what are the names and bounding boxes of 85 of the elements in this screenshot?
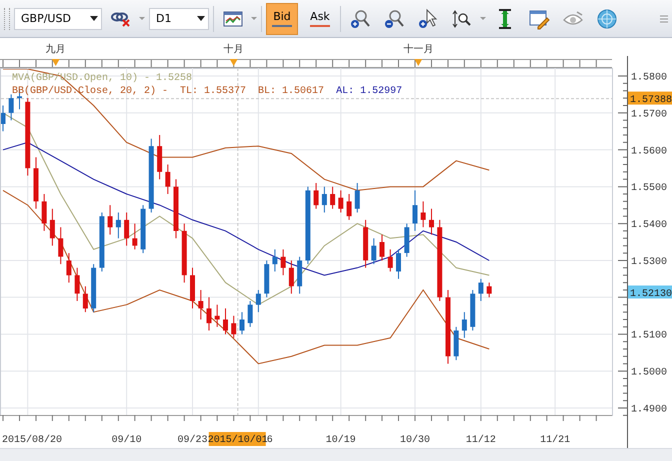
candlestick	[74, 267, 80, 302]
candlestick	[34, 156, 38, 210]
price-tick-label: 1.5600	[631, 146, 668, 158]
caret-icon	[90, 16, 98, 21]
month-label: 九月	[46, 44, 66, 55]
candlestick	[462, 312, 467, 338]
candlestick	[132, 223, 138, 250]
candlestick	[99, 212, 104, 272]
candlestick	[165, 164, 170, 194]
candlestick	[272, 248, 278, 272]
price-tick-label: 1.5000	[631, 368, 668, 379]
candlestick	[124, 212, 130, 246]
price-type-button[interactable]: Bid	[266, 2, 298, 34]
candlestick	[388, 248, 393, 272]
price-type-button[interactable]: Ask	[304, 2, 336, 34]
candlestick	[116, 212, 121, 239]
candlestick	[363, 219, 368, 268]
candlestick	[404, 223, 410, 258]
candlestick	[454, 326, 459, 361]
price-tick-label: 1.5400	[631, 220, 668, 232]
candlestick	[248, 300, 253, 328]
candlestick	[322, 186, 327, 213]
date-tick-label: 10/30	[400, 435, 430, 446]
candlestick	[157, 134, 162, 180]
candlestick	[256, 290, 261, 313]
candlestick	[371, 238, 376, 265]
candlestick	[58, 226, 64, 265]
candlestick	[214, 304, 220, 328]
candlestick	[182, 223, 187, 284]
candlestick	[223, 308, 228, 335]
month-marker-icon	[230, 59, 238, 66]
candlestick	[190, 267, 195, 309]
month-marker-icon	[52, 59, 60, 66]
candlestick	[174, 178, 178, 239]
symbol-dropdown[interactable]: GBP/USD	[14, 8, 102, 30]
candlestick	[470, 290, 476, 331]
price-tick-label: 1.5300	[631, 257, 668, 268]
candlestick	[486, 282, 492, 298]
candlestick	[396, 248, 401, 280]
candlestick	[380, 234, 384, 261]
date-tick-label: 09/10	[112, 435, 142, 446]
candlestick	[297, 256, 302, 294]
candlestick	[206, 296, 212, 331]
candlestick	[314, 182, 319, 210]
candlestick	[42, 194, 47, 232]
candlestick	[82, 286, 88, 313]
candlestick	[412, 190, 418, 232]
price-tick-label: 1.4900	[631, 404, 668, 416]
price-tick-label: 1.5100	[631, 330, 668, 342]
candlestick	[280, 248, 286, 276]
candlestick	[1, 105, 6, 132]
candlestick	[330, 186, 336, 210]
caret-icon	[197, 16, 205, 21]
price-tag: 1.57388	[628, 92, 672, 106]
candlestick	[420, 200, 426, 228]
candlestick	[198, 290, 204, 320]
price-tag: 1.52130	[628, 286, 672, 300]
date-tick-label: 11/12	[466, 435, 496, 446]
month-marker-icon	[414, 59, 422, 66]
month-label: 十月	[224, 44, 244, 55]
candlestick	[66, 252, 72, 284]
candlestick	[8, 94, 14, 121]
candlestick	[478, 278, 484, 302]
candlestick	[288, 260, 294, 294]
date-tick-label: 6	[266, 435, 273, 446]
candlestick	[91, 264, 96, 313]
timeframe-dropdown[interactable]: D1	[149, 8, 209, 30]
date-tick-label: 11/21	[540, 435, 570, 446]
candlestick	[240, 312, 244, 335]
candlestick	[140, 204, 146, 254]
candlestick	[108, 204, 113, 236]
candlestick	[346, 194, 352, 220]
month-label: 十一月	[403, 44, 434, 55]
date-tick-label: 09/23	[178, 435, 208, 446]
date-tick-label: 2015/08/20	[2, 435, 62, 446]
candlestick	[354, 182, 360, 213]
candlestick	[429, 208, 434, 236]
date-tick-label: 10/19	[326, 435, 356, 446]
candlestick	[50, 208, 55, 246]
price-tick-label: 1.5500	[631, 183, 668, 194]
candlestick	[338, 190, 344, 213]
price-tick-label: 1.5700	[631, 109, 668, 120]
candlestick	[231, 315, 236, 338]
candlestick	[264, 260, 270, 298]
price-tick-label: 1.5800	[631, 72, 668, 84]
